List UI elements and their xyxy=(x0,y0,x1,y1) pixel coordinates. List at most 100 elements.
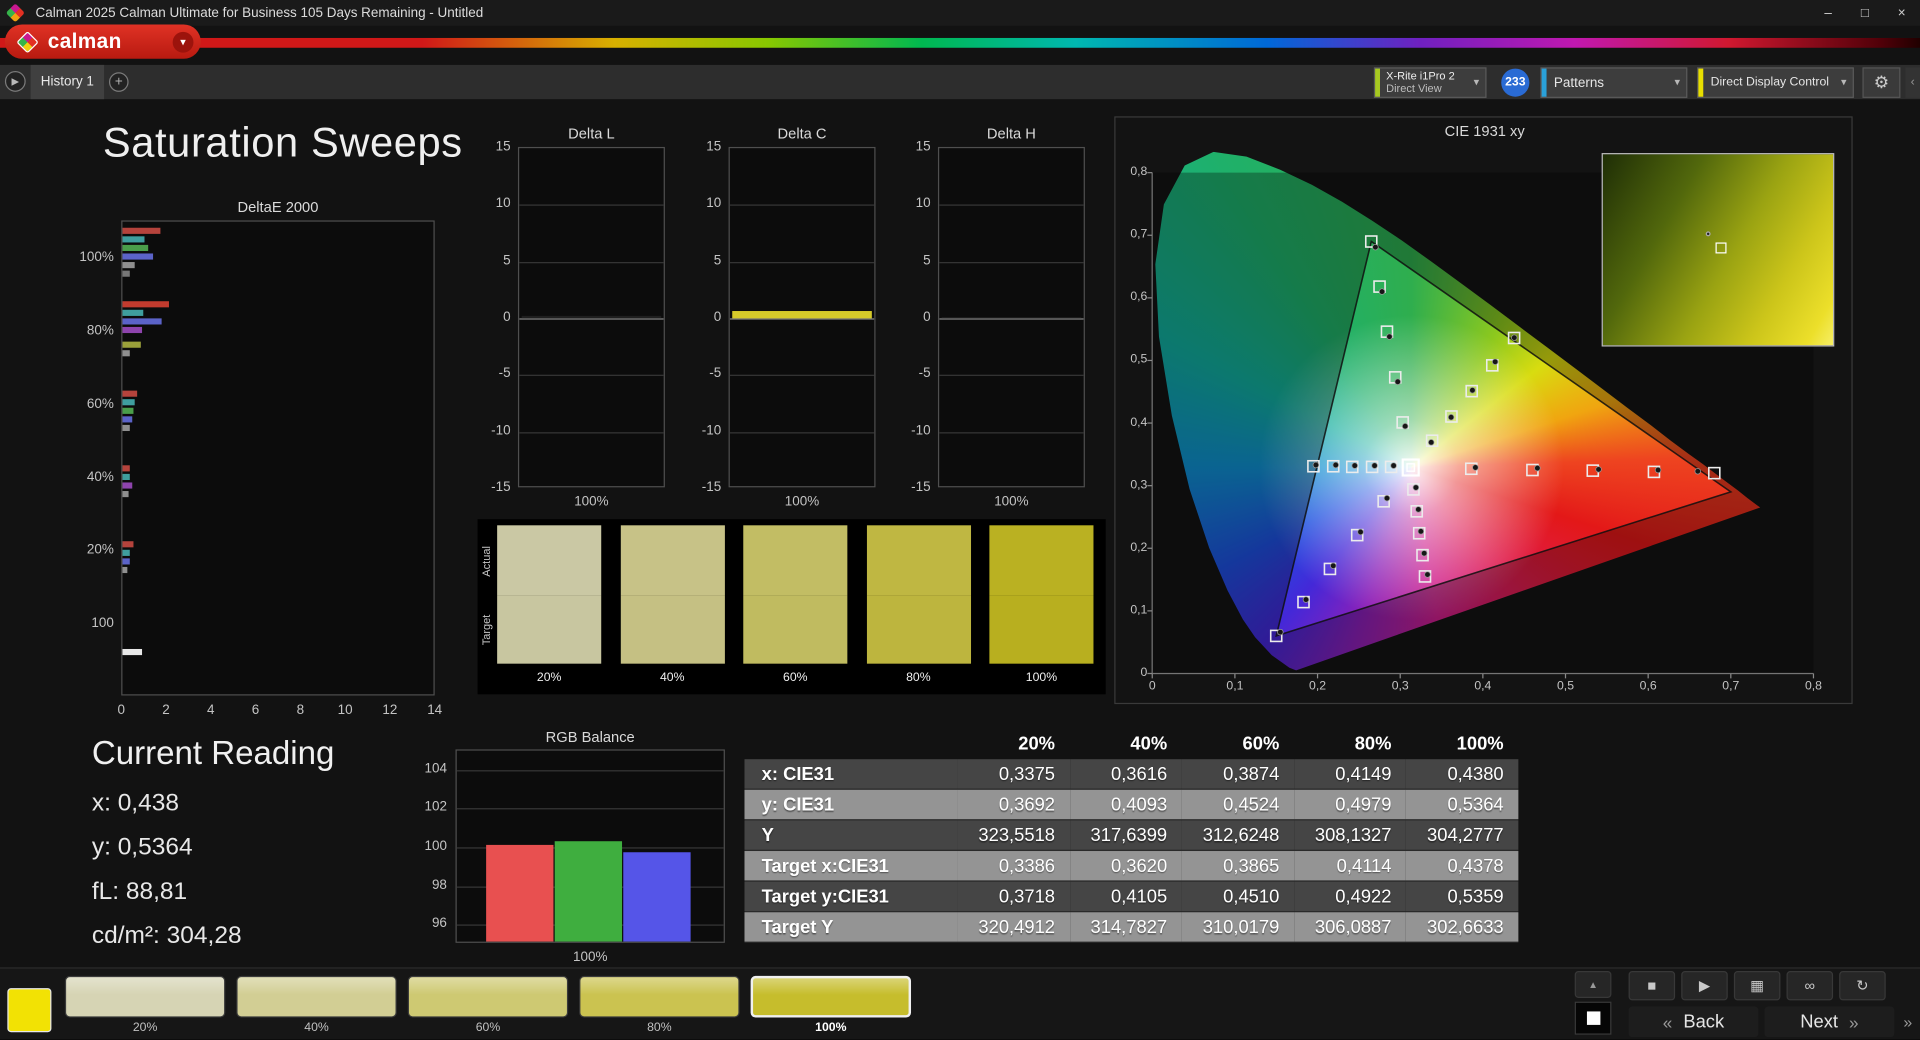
gridline xyxy=(939,431,1084,434)
gridline xyxy=(456,808,724,810)
pattern-swatch-button[interactable]: 80% xyxy=(579,975,740,1035)
page-title: Saturation Sweeps xyxy=(102,120,463,167)
table-cell: 304,2777 xyxy=(1406,820,1519,850)
deltae-bar xyxy=(122,253,153,260)
pattern-swatch-color xyxy=(750,975,912,1018)
calman-menu-button[interactable]: calman ▾ xyxy=(4,24,201,59)
measured-dot-yellow xyxy=(1469,387,1476,394)
pattern-swatch-button[interactable]: 60% xyxy=(407,975,569,1035)
maximize-button[interactable]: □ xyxy=(1847,0,1884,26)
table-cell: 312,6248 xyxy=(1181,820,1295,850)
bottom-bar: 20% 40% 60% 80% 100% ▲ ■ ▶ ▦ ∞ ↻ « Back Next » » xyxy=(0,967,1920,1040)
tab-history-1[interactable]: History 1 xyxy=(30,64,105,100)
delta-l-plot xyxy=(517,146,665,488)
transport-button[interactable]: ▦ xyxy=(1733,971,1781,1001)
table-row: Target Y 320,4912 314,7827 310,0179 306,0887… xyxy=(744,912,1519,943)
table-row-label: Target Y xyxy=(744,912,958,942)
measured-dot-cyan xyxy=(1312,461,1320,469)
patterns-dropdown[interactable]: Patterns ▾ xyxy=(1540,67,1688,98)
deltae-2000-chart: DeltaE 2000 100% 80% 60% 40% 20% 100 0 2 4 6 8 10 12… xyxy=(67,196,471,723)
deltae-x-tick: 4 xyxy=(206,702,215,718)
tab-scroll-button[interactable]: ▶ xyxy=(4,71,26,92)
delta-y-label: -15 xyxy=(911,480,931,495)
transport-button[interactable]: ↻ xyxy=(1839,971,1886,1001)
panel-collapse-button[interactable]: ‹ xyxy=(1905,67,1920,98)
pattern-swatch-button[interactable]: 100% xyxy=(750,975,912,1035)
table-cell: 0,3375 xyxy=(957,759,1070,789)
transport-button[interactable]: ■ xyxy=(1628,971,1676,1001)
cie-x-label: 0,3 xyxy=(1391,679,1409,694)
pattern-swatch-button[interactable]: 20% xyxy=(64,975,226,1035)
transport-button[interactable]: ▶ xyxy=(1681,971,1728,1001)
measured-dot-green xyxy=(1394,378,1401,385)
deltae-y-label: 80% xyxy=(86,323,114,339)
table-row: Y 323,5518 317,6399 312,6248 308,1327 304,277… xyxy=(744,820,1519,852)
deltae-y-label: 100% xyxy=(79,249,114,265)
gridline xyxy=(939,318,1084,320)
pattern-window-button[interactable] xyxy=(1574,1001,1612,1035)
table-header-cell: 100% xyxy=(1456,732,1504,754)
back-button[interactable]: « Back xyxy=(1628,1006,1759,1038)
table-header-row: 20% 40% 60% 80% 100% xyxy=(744,727,1518,759)
play-icon: ▶ xyxy=(1698,977,1711,995)
display-control-dropdown[interactable]: Direct Display Control ▾ xyxy=(1697,67,1854,98)
cie-y-label: 0,3 xyxy=(1130,478,1148,492)
cie-x-label: 0 xyxy=(1148,679,1156,694)
delta-y-label: 10 xyxy=(915,196,931,211)
pattern-swatch-button[interactable]: 40% xyxy=(236,975,397,1035)
deltae-x-tick: 8 xyxy=(296,702,305,718)
deltae-bar xyxy=(122,464,131,472)
results-table: 20% 40% 60% 80% 100% x: CIE31 0,3375 0,3616 0,38… xyxy=(744,727,1519,943)
next-button[interactable]: Next » xyxy=(1764,1006,1895,1038)
table-cell: 0,4149 xyxy=(1294,759,1407,789)
settings-button[interactable]: ⚙ xyxy=(1862,67,1901,98)
measured-dot-magenta xyxy=(1412,484,1420,491)
menu-caret-icon[interactable]: ▾ xyxy=(172,31,194,53)
measured-dot-green xyxy=(1378,288,1386,295)
rgb-balance-chart: RGB Balance 104 102 100 98 96 100% xyxy=(404,726,735,971)
save-icon: ▦ xyxy=(1750,977,1765,995)
delta-y-label: -15 xyxy=(491,480,511,495)
table-row-label: Target x:CIE31 xyxy=(744,851,958,881)
table-cell: 0,5359 xyxy=(1406,881,1519,912)
deltae-bar xyxy=(122,310,143,317)
deltae-bar xyxy=(122,649,142,656)
table-row-label: x: CIE31 xyxy=(744,759,958,789)
minimize-button[interactable]: – xyxy=(1810,0,1847,26)
transport-button[interactable]: ∞ xyxy=(1786,971,1834,1001)
delta-y-label: 15 xyxy=(495,139,511,155)
delta-c-plot xyxy=(728,146,876,488)
chevron-down-icon: ▾ xyxy=(1674,75,1681,89)
deltae-bar xyxy=(122,318,162,325)
patterns-status-bar xyxy=(1541,68,1547,97)
gridline xyxy=(519,431,664,434)
deltae-bar xyxy=(122,473,130,480)
table-cell: 308,1327 xyxy=(1294,820,1407,850)
expand-panel-button[interactable]: ▲ xyxy=(1574,971,1612,998)
deltae-x-tick: 14 xyxy=(427,702,443,718)
arrow-right-icon: ▶ xyxy=(11,75,20,87)
table-cell: 0,3865 xyxy=(1181,851,1295,881)
stop-icon: ■ xyxy=(1647,977,1657,995)
cie-y-label: 0,7 xyxy=(1130,227,1148,242)
measured-dot-magenta xyxy=(1424,571,1431,578)
close-button[interactable]: × xyxy=(1883,0,1920,26)
deltae-bar xyxy=(122,227,161,234)
rgb-x-label: 100% xyxy=(572,950,608,965)
calman-logo-icon xyxy=(16,30,39,53)
delta-h-plot xyxy=(937,146,1085,488)
measured-dot-blue xyxy=(1330,562,1337,569)
delta-bar xyxy=(732,311,872,319)
measured-dot-magenta xyxy=(1420,550,1428,557)
gridline xyxy=(729,431,875,434)
table-cell: 0,3874 xyxy=(1181,759,1295,789)
next-page-chevron[interactable]: » xyxy=(1898,1007,1918,1038)
delta-c-title: Delta C xyxy=(777,124,827,143)
meter-dropdown[interactable]: X-Rite i1Pro 2 Direct View ▾ xyxy=(1373,67,1487,98)
gridline xyxy=(519,261,664,263)
add-tab-button[interactable]: + xyxy=(108,72,129,92)
delta-x-label: 100% xyxy=(994,494,1029,510)
delta-y-label: -5 xyxy=(918,366,931,382)
app-icon xyxy=(5,3,25,23)
delta-bar xyxy=(941,316,1082,319)
